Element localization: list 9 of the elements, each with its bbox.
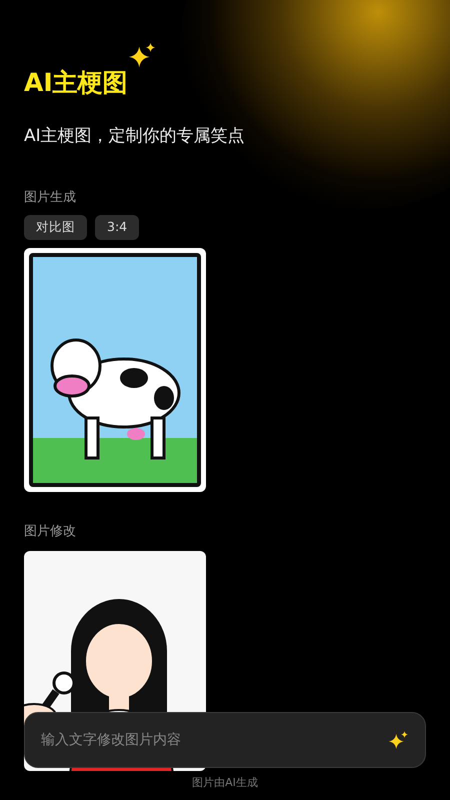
- subtitle: AI主梗图，定制你的专属笑点: [24, 125, 246, 148]
- tag: 3:4: [95, 215, 140, 240]
- footer-note: 图片由AI生成: [191, 775, 259, 791]
- app-title: AI主梗图: [24, 68, 128, 98]
- section-label: 图片修改: [24, 522, 77, 541]
- tag: 对比图: [24, 215, 87, 240]
- section-label: 图片生成: [24, 188, 77, 206]
- input-field[interactable]: 输入文字修改图片内容: [24, 712, 426, 768]
- sparkle-icon: [388, 729, 410, 751]
